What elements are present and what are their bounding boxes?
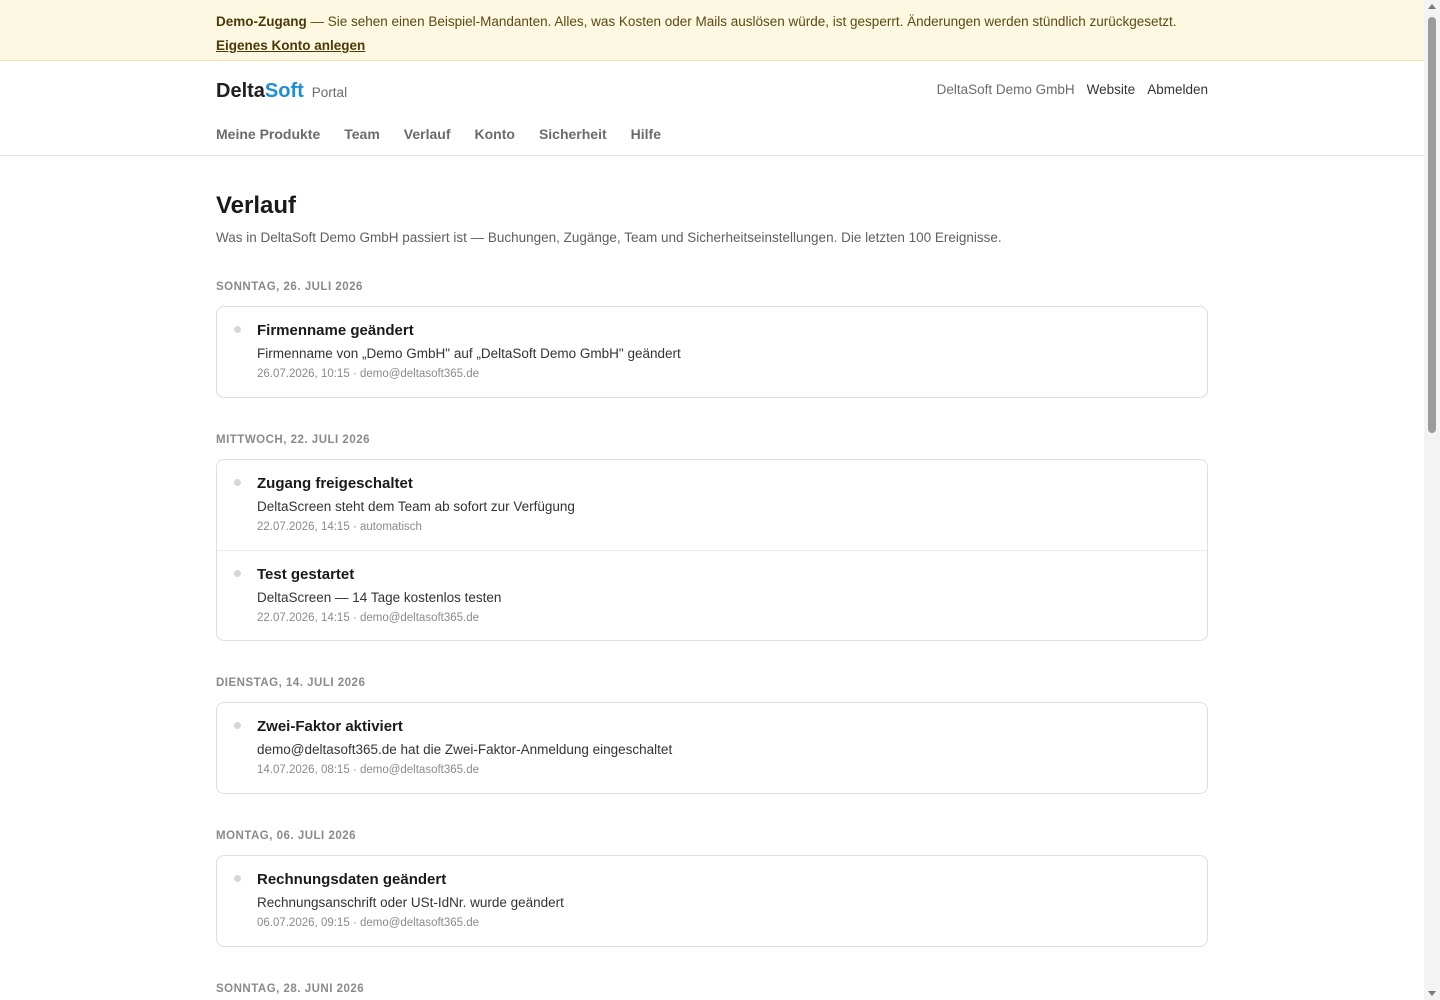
event-description: DeltaScreen — 14 Tage kostenlos testen — [257, 590, 502, 605]
nav-item-team[interactable]: Team — [344, 126, 380, 142]
event-card: Rechnungsdaten geändert Rechnungsanschri… — [216, 855, 1208, 947]
page-subtitle: Was in DeltaSoft Demo GmbH passiert ist … — [216, 230, 1002, 245]
event-meta: 06.07.2026, 09:15 · demo@deltasoft365.de — [257, 917, 480, 929]
event-card: Zwei-Faktor aktiviert demo@deltasoft365.… — [216, 702, 1208, 794]
brand-delta: Delta — [216, 80, 265, 102]
date-heading: Sonntag, 28. Juni 2026 — [216, 983, 365, 995]
bullet-icon — [234, 722, 241, 729]
date-heading: Sonntag, 26. Juli 2026 — [216, 281, 363, 293]
brand-soft: Soft — [264, 80, 304, 102]
event-title: Zwei-Faktor aktiviert — [257, 718, 403, 735]
nav-item-hilfe[interactable]: Hilfe — [631, 126, 661, 142]
scroll-up-arrow-icon[interactable] — [1428, 4, 1436, 9]
event-description: Rechnungsanschrift oder USt-IdNr. wurde … — [257, 895, 564, 910]
scroll-down-arrow-icon[interactable] — [1428, 991, 1436, 996]
event-item: Firmenname geändert Firmenname von „Demo… — [217, 307, 1207, 397]
scrollbar-thumb[interactable] — [1428, 17, 1436, 433]
bullet-icon — [234, 570, 241, 577]
date-heading: Mittwoch, 22. Juli 2026 — [216, 434, 371, 446]
page: Demo-Zugang — Sie sehen einen Beispiel-M… — [0, 0, 1424, 1000]
nav-item-produkte[interactable]: Meine Produkte — [216, 126, 320, 142]
event-title: Rechnungsdaten geändert — [257, 871, 447, 888]
date-heading: Dienstag, 14. Juli 2026 — [216, 677, 366, 689]
event-title: Zugang freigeschaltet — [257, 475, 413, 492]
event-meta: 26.07.2026, 10:15 · demo@deltasoft365.de — [257, 368, 480, 380]
event-item: Zwei-Faktor aktiviert demo@deltasoft365.… — [217, 703, 1207, 793]
event-description: DeltaScreen steht dem Team ab sofort zur… — [257, 499, 575, 514]
website-link[interactable]: Website — [1087, 82, 1136, 97]
nav-item-sicherheit[interactable]: Sicherheit — [539, 126, 607, 142]
event-title: Firmenname geändert — [257, 322, 414, 339]
nav-item-konto[interactable]: Konto — [475, 126, 515, 142]
event-meta: 22.07.2026, 14:15 · automatisch — [257, 521, 422, 533]
event-title: Test gestartet — [257, 566, 355, 583]
event-item: Test gestartet DeltaScreen — 14 Tage kos… — [217, 550, 1207, 640]
banner-text: — Sie sehen einen Beispiel-Mandanten. Al… — [306, 14, 1177, 29]
create-account-link[interactable]: Eigenes Konto anlegen — [216, 38, 365, 53]
header-actions: DeltaSoft Demo GmbH Website Abmelden — [937, 82, 1208, 97]
event-meta: 14.07.2026, 08:15 · demo@deltasoft365.de — [257, 764, 480, 776]
banner-label: Demo-Zugang — [216, 14, 307, 29]
date-heading: Montag, 06. Juli 2026 — [216, 830, 357, 842]
demo-banner: Demo-Zugang — Sie sehen einen Beispiel-M… — [0, 0, 1424, 61]
nav-item-verlauf[interactable]: Verlauf — [404, 126, 451, 142]
brand-portal-label: Portal — [311, 85, 348, 100]
event-description: Firmenname von „Demo GmbH" auf „DeltaSof… — [257, 346, 681, 361]
event-description: demo@deltasoft365.de hat die Zwei-Faktor… — [257, 742, 673, 757]
main-nav: Meine Produkte Team Verlauf Konto Sicher… — [216, 126, 661, 142]
logout-link[interactable]: Abmelden — [1147, 82, 1208, 97]
page-title: Verlauf — [216, 192, 297, 219]
event-card: Zugang freigeschaltet DeltaScreen steht … — [216, 459, 1208, 641]
header: Delta Soft Portal DeltaSoft Demo GmbH Web… — [0, 61, 1424, 156]
bullet-icon — [234, 875, 241, 882]
bullet-icon — [234, 479, 241, 486]
company-name: DeltaSoft Demo GmbH — [936, 82, 1075, 97]
event-item: Rechnungsdaten geändert Rechnungsanschri… — [217, 856, 1207, 946]
event-card: Firmenname geändert Firmenname von „Demo… — [216, 306, 1208, 398]
vertical-scrollbar[interactable] — [1424, 0, 1440, 1000]
event-meta: 22.07.2026, 14:15 · demo@deltasoft365.de — [257, 612, 480, 624]
bullet-icon — [234, 326, 241, 333]
main-content: Verlauf Was in DeltaSoft Demo GmbH passi… — [0, 156, 1424, 995]
event-item: Zugang freigeschaltet DeltaScreen steht … — [217, 460, 1207, 550]
brand-logo[interactable]: Delta Soft Portal — [216, 80, 347, 103]
